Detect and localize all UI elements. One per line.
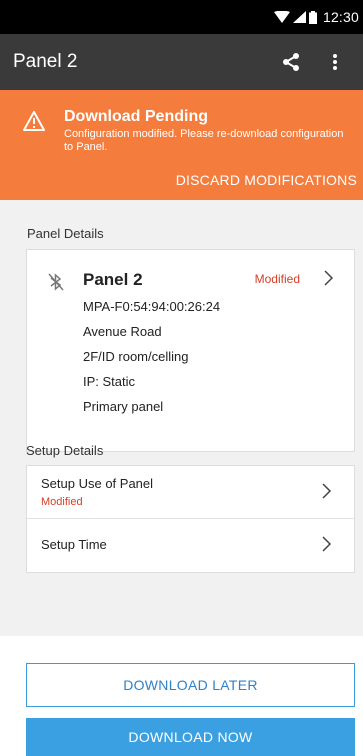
panel-ip-mode: IP: Static bbox=[83, 374, 136, 389]
page-title: Panel 2 bbox=[13, 51, 78, 72]
setup-row-label: Setup Time bbox=[41, 537, 107, 552]
download-pending-banner: Download Pending Configuration modified.… bbox=[0, 90, 363, 200]
download-now-button[interactable]: DOWNLOAD NOW bbox=[26, 718, 355, 756]
main-content: Panel Details Panel 2 Modified MPA-F0:54… bbox=[0, 200, 363, 636]
banner-message: Configuration modified. Please re-downlo… bbox=[64, 128, 344, 153]
panel-details-card[interactable]: Panel 2 Modified MPA-F0:54:94:00:26:24 A… bbox=[26, 249, 355, 452]
cell-signal-icon bbox=[292, 11, 306, 23]
panel-details-heading: Panel Details bbox=[27, 226, 104, 241]
modified-badge: Modified bbox=[254, 272, 300, 286]
wifi-icon bbox=[273, 11, 290, 23]
download-later-button[interactable]: DOWNLOAD LATER bbox=[26, 663, 355, 707]
banner-title: Download Pending bbox=[64, 108, 208, 125]
discard-modifications-button[interactable]: DISCARD MODIFICATIONS bbox=[176, 172, 357, 188]
battery-icon bbox=[308, 10, 317, 24]
setup-details-card: Setup Use of Panel Modified Setup Time bbox=[26, 465, 355, 573]
setup-use-of-panel-row[interactable]: Setup Use of Panel Modified bbox=[27, 466, 354, 519]
panel-role: Primary panel bbox=[83, 399, 164, 414]
setup-row-modified: Modified bbox=[41, 496, 83, 508]
setup-row-label: Setup Use of Panel bbox=[41, 476, 154, 491]
bluetooth-off-icon bbox=[48, 273, 64, 296]
status-time: 12:30 bbox=[322, 9, 359, 25]
panel-mac-address: MPA-F0:54:94:00:26:24 bbox=[83, 299, 221, 314]
setup-time-row[interactable]: Setup Time bbox=[27, 519, 354, 572]
panel-name: Panel 2 bbox=[83, 270, 143, 289]
app-bar: Panel 2 bbox=[0, 34, 363, 90]
status-bar: 12:30 bbox=[0, 0, 363, 34]
warning-icon bbox=[22, 110, 46, 137]
chevron-right-icon bbox=[322, 536, 332, 557]
chevron-right-icon bbox=[322, 483, 332, 504]
more-vert-icon[interactable] bbox=[321, 48, 349, 76]
setup-details-heading: Setup Details bbox=[26, 443, 104, 458]
panel-room: 2F/ID room/celling bbox=[83, 349, 189, 364]
share-icon[interactable] bbox=[277, 48, 305, 76]
panel-location: Avenue Road bbox=[83, 324, 162, 339]
chevron-right-icon[interactable] bbox=[324, 270, 334, 291]
